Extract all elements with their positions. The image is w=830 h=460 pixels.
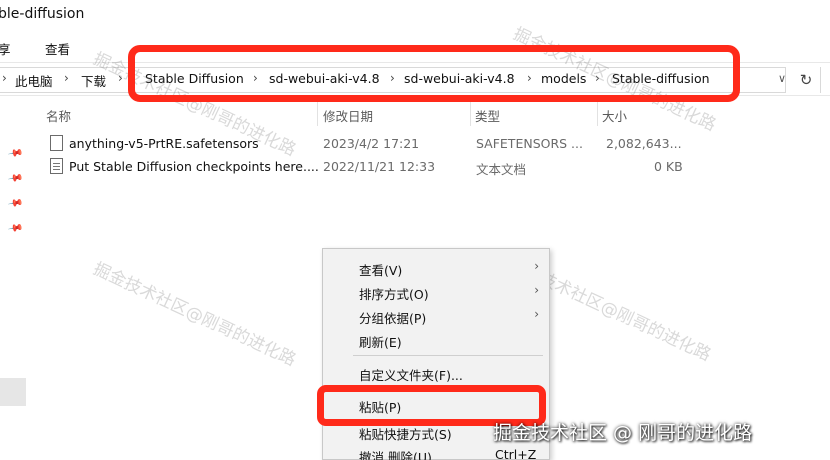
chevron-right-icon: › bbox=[2, 71, 7, 85]
menu-separator bbox=[353, 355, 543, 356]
file-icon bbox=[50, 135, 63, 151]
chevron-down-icon[interactable]: ∨ bbox=[778, 72, 786, 85]
file-size: 0 KB bbox=[654, 159, 683, 174]
file-size: 2,082,643... bbox=[606, 136, 682, 151]
column-divider[interactable] bbox=[597, 102, 598, 126]
pin-icon: 📌 bbox=[6, 145, 24, 162]
nav-item-selected[interactable] bbox=[0, 378, 26, 406]
menu-item-group-by[interactable]: 分组依据(P) › bbox=[323, 303, 549, 327]
menu-item-shortcut: Ctrl+Z bbox=[495, 447, 537, 460]
file-name: anything-v5-PrtRE.safetensors bbox=[69, 136, 259, 151]
pin-icon: 📌 bbox=[6, 170, 24, 187]
chevron-right-icon: › bbox=[534, 283, 539, 297]
file-row[interactable]: Put Stable Diffusion checkpoints here...… bbox=[45, 156, 830, 179]
menu-item-customize-folder[interactable]: 自定义文件夹(F)... bbox=[323, 360, 549, 384]
column-divider[interactable] bbox=[317, 102, 318, 126]
chevron-right-icon: › bbox=[534, 259, 539, 273]
column-name[interactable]: 名称 bbox=[46, 106, 71, 125]
column-date[interactable]: 修改日期 bbox=[323, 106, 373, 125]
title-bar: ble-diffusion bbox=[0, 0, 830, 32]
tab-view[interactable]: 查看 bbox=[45, 39, 70, 58]
column-size[interactable]: 大小 bbox=[602, 106, 627, 125]
chevron-right-icon: › bbox=[534, 307, 539, 321]
text-file-icon bbox=[50, 158, 63, 174]
pin-icon: 📌 bbox=[6, 195, 24, 212]
menu-item-label: 撤消 删除(U) bbox=[359, 450, 432, 460]
menu-item-refresh[interactable]: 刷新(E) bbox=[323, 327, 549, 351]
file-name: Put Stable Diffusion checkpoints here...… bbox=[69, 159, 319, 174]
watermark-text: 掘金技术社区@刚哥的进化路 bbox=[90, 259, 299, 371]
chevron-right-icon[interactable]: › bbox=[118, 71, 123, 85]
tab-share[interactable]: 享 bbox=[0, 39, 11, 58]
file-date: 2023/4/2 17:21 bbox=[323, 136, 420, 151]
chevron-right-icon[interactable]: › bbox=[64, 71, 69, 85]
file-date: 2022/11/21 12:33 bbox=[323, 159, 436, 174]
menu-item-sort-by[interactable]: 排序方式(O) › bbox=[323, 279, 549, 303]
search-box-edge[interactable] bbox=[820, 67, 830, 93]
refresh-icon[interactable]: ↻ bbox=[792, 67, 820, 93]
breadcrumb-this-pc[interactable]: 此电脑 bbox=[15, 71, 53, 90]
window-title: ble-diffusion bbox=[0, 6, 85, 22]
column-divider[interactable] bbox=[470, 102, 471, 126]
column-header: 名称 修改日期 类型 大小 bbox=[45, 100, 830, 126]
menu-item-label: 自定义文件夹(F)... bbox=[359, 368, 463, 383]
credit-watermark: 掘金技术社区 @ 刚哥的进化路 bbox=[493, 422, 753, 444]
breadcrumb-downloads[interactable]: 下载 bbox=[81, 71, 106, 90]
address-highlight-box bbox=[128, 45, 740, 102]
file-type: 文本文档 bbox=[476, 162, 527, 177]
menu-item-label: 分组依据(P) bbox=[359, 311, 427, 326]
pin-icon: 📌 bbox=[6, 220, 24, 237]
file-type: SAFETENSORS ... bbox=[476, 136, 583, 151]
file-row[interactable]: anything-v5-PrtRE.safetensors 2023/4/2 1… bbox=[45, 133, 830, 156]
menu-item-label: 刷新(E) bbox=[359, 335, 402, 350]
navigation-pane: 📌 📌 📌 📌 bbox=[0, 96, 32, 460]
menu-item-view[interactable]: 查看(V) › bbox=[323, 255, 549, 279]
menu-item-label: 排序方式(O) bbox=[359, 287, 429, 302]
column-type[interactable]: 类型 bbox=[475, 106, 500, 125]
menu-item-label: 粘贴快捷方式(S) bbox=[359, 427, 452, 442]
menu-item-label: 查看(V) bbox=[359, 263, 403, 278]
